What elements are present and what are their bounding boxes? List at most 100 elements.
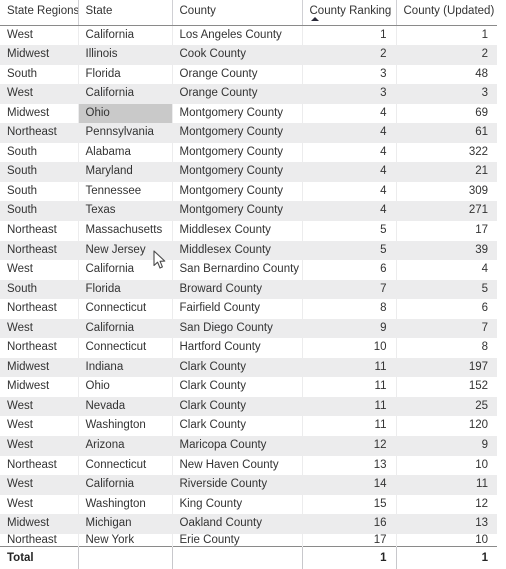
cell-updated[interactable]: 10 — [396, 455, 497, 476]
cell-rank[interactable]: 4 — [302, 142, 397, 163]
cell-state[interactable]: Washington — [78, 416, 173, 436]
table-row[interactable]: West California Riverside County 14 11 — [0, 475, 497, 495]
cell-updated[interactable]: 152 — [396, 377, 497, 397]
cell-state[interactable]: Washington — [78, 494, 173, 515]
cell-updated[interactable]: 9 — [396, 435, 497, 456]
cell-updated[interactable]: 197 — [396, 357, 497, 378]
cell-rank[interactable]: 13 — [302, 455, 397, 476]
cell-state[interactable]: Ohio — [78, 377, 173, 397]
column-header-county-updated[interactable]: County (Updated) — [396, 0, 497, 26]
table-row[interactable]: South Florida Broward County 7 5 — [0, 279, 497, 300]
cell-updated[interactable]: 13 — [396, 514, 497, 534]
cell-rank[interactable]: 4 — [302, 103, 397, 124]
cell-county[interactable]: Clark County — [172, 377, 303, 397]
cell-region[interactable]: West — [0, 416, 79, 436]
table-row[interactable]: West California San Diego County 9 7 — [0, 318, 497, 339]
cell-region[interactable]: Northeast — [0, 533, 79, 547]
cell-rank[interactable]: 11 — [302, 377, 397, 397]
cell-state[interactable]: Arizona — [78, 435, 173, 456]
cell-region[interactable]: Northeast — [0, 299, 79, 319]
cell-state[interactable]: Nevada — [78, 396, 173, 417]
cell-region[interactable]: West — [0, 435, 79, 456]
table-row[interactable]: Northeast Pennsylvania Montgomery County 4 6… — [0, 123, 497, 143]
cell-region[interactable]: West — [0, 260, 79, 280]
cell-region[interactable]: Midwest — [0, 103, 79, 124]
cell-region[interactable]: West — [0, 84, 79, 104]
cell-updated[interactable]: 7 — [396, 318, 497, 339]
cell-rank[interactable]: 4 — [302, 201, 397, 221]
cell-updated[interactable]: 322 — [396, 142, 497, 163]
table-row[interactable]: Midwest Indiana Clark County 11 197 — [0, 357, 497, 378]
table-row[interactable]: Northeast Connecticut Fairfield County 8 6 — [0, 299, 497, 319]
cell-rank[interactable]: 11 — [302, 416, 397, 436]
cell-updated[interactable]: 17 — [396, 220, 497, 241]
table-row[interactable]: South Alabama Montgomery County 4 322 — [0, 142, 497, 163]
table-row[interactable]: West Arizona Maricopa County 12 9 — [0, 435, 497, 456]
cell-region[interactable]: South — [0, 142, 79, 163]
cell-county[interactable]: Hartford County — [172, 338, 303, 358]
table-row[interactable]: Midwest Ohio Montgomery County 4 69 — [0, 103, 497, 124]
cell-updated[interactable]: 309 — [396, 181, 497, 202]
cell-state[interactable]: Indiana — [78, 357, 173, 378]
cell-region[interactable]: South — [0, 64, 79, 85]
cell-county[interactable]: San Diego County — [172, 318, 303, 339]
cell-region[interactable]: Midwest — [0, 377, 79, 397]
cell-state[interactable]: Pennsylvania — [78, 123, 173, 143]
table-row[interactable]: Midwest Illinois Cook County 2 2 — [0, 45, 497, 65]
cell-state[interactable]: Ohio — [78, 103, 173, 124]
cell-region[interactable]: Midwest — [0, 45, 79, 65]
table-row[interactable]: Midwest Michigan Oakland County 16 13 — [0, 514, 497, 534]
table-row[interactable]: West Washington King County 15 12 — [0, 494, 497, 515]
cell-updated[interactable]: 21 — [396, 162, 497, 182]
column-header-state-regions[interactable]: State Regions — [0, 0, 79, 26]
table-row[interactable]: West California Orange County 3 3 — [0, 84, 497, 104]
column-header-state[interactable]: State — [78, 0, 173, 26]
cell-state[interactable]: Connecticut — [78, 338, 173, 358]
cell-county[interactable]: Oakland County — [172, 514, 303, 534]
table-row[interactable]: South Texas Montgomery County 4 271 — [0, 201, 497, 221]
cell-rank[interactable]: 7 — [302, 279, 397, 300]
cell-county[interactable]: Montgomery County — [172, 103, 303, 124]
cell-updated[interactable]: 120 — [396, 416, 497, 436]
cell-county[interactable]: Clark County — [172, 416, 303, 436]
cell-updated[interactable]: 1 — [396, 25, 497, 46]
cell-state[interactable]: California — [78, 318, 173, 339]
cell-updated[interactable]: 5 — [396, 279, 497, 300]
cell-state[interactable]: Massachusetts — [78, 220, 173, 241]
cell-region[interactable]: South — [0, 279, 79, 300]
cell-updated[interactable]: 12 — [396, 494, 497, 515]
cell-updated[interactable]: 11 — [396, 475, 497, 495]
cell-rank[interactable]: 14 — [302, 475, 397, 495]
cell-region[interactable]: West — [0, 475, 79, 495]
cell-region[interactable]: West — [0, 25, 79, 46]
cell-updated[interactable]: 69 — [396, 103, 497, 124]
cell-region[interactable]: Midwest — [0, 514, 79, 534]
cell-county[interactable]: Riverside County — [172, 475, 303, 495]
cell-state[interactable]: Florida — [78, 64, 173, 85]
cell-rank[interactable]: 12 — [302, 435, 397, 456]
cell-county[interactable]: King County — [172, 494, 303, 515]
cell-state[interactable]: Connecticut — [78, 455, 173, 476]
cell-region[interactable]: South — [0, 162, 79, 182]
cell-rank[interactable]: 4 — [302, 162, 397, 182]
cell-updated[interactable]: 6 — [396, 299, 497, 319]
cell-rank[interactable]: 5 — [302, 240, 397, 261]
cell-county[interactable]: New Haven County — [172, 455, 303, 476]
cell-state[interactable]: California — [78, 84, 173, 104]
cell-rank[interactable]: 3 — [302, 84, 397, 104]
cell-region[interactable]: West — [0, 396, 79, 417]
cell-rank[interactable]: 1 — [302, 25, 397, 46]
table-row[interactable]: West Washington Clark County 11 120 — [0, 416, 497, 436]
cell-county[interactable]: Clark County — [172, 357, 303, 378]
cell-county[interactable]: Fairfield County — [172, 299, 303, 319]
table-row[interactable]: Midwest Ohio Clark County 11 152 — [0, 377, 497, 397]
cell-state[interactable]: California — [78, 260, 173, 280]
cell-county[interactable]: Los Angeles County — [172, 25, 303, 46]
cell-county[interactable]: Montgomery County — [172, 201, 303, 221]
cell-state[interactable]: Florida — [78, 279, 173, 300]
cell-county[interactable]: Erie County — [172, 533, 303, 547]
cell-rank[interactable]: 6 — [302, 260, 397, 280]
cell-region[interactable]: Northeast — [0, 455, 79, 476]
cell-updated[interactable]: 3 — [396, 84, 497, 104]
cell-county[interactable]: Orange County — [172, 64, 303, 85]
